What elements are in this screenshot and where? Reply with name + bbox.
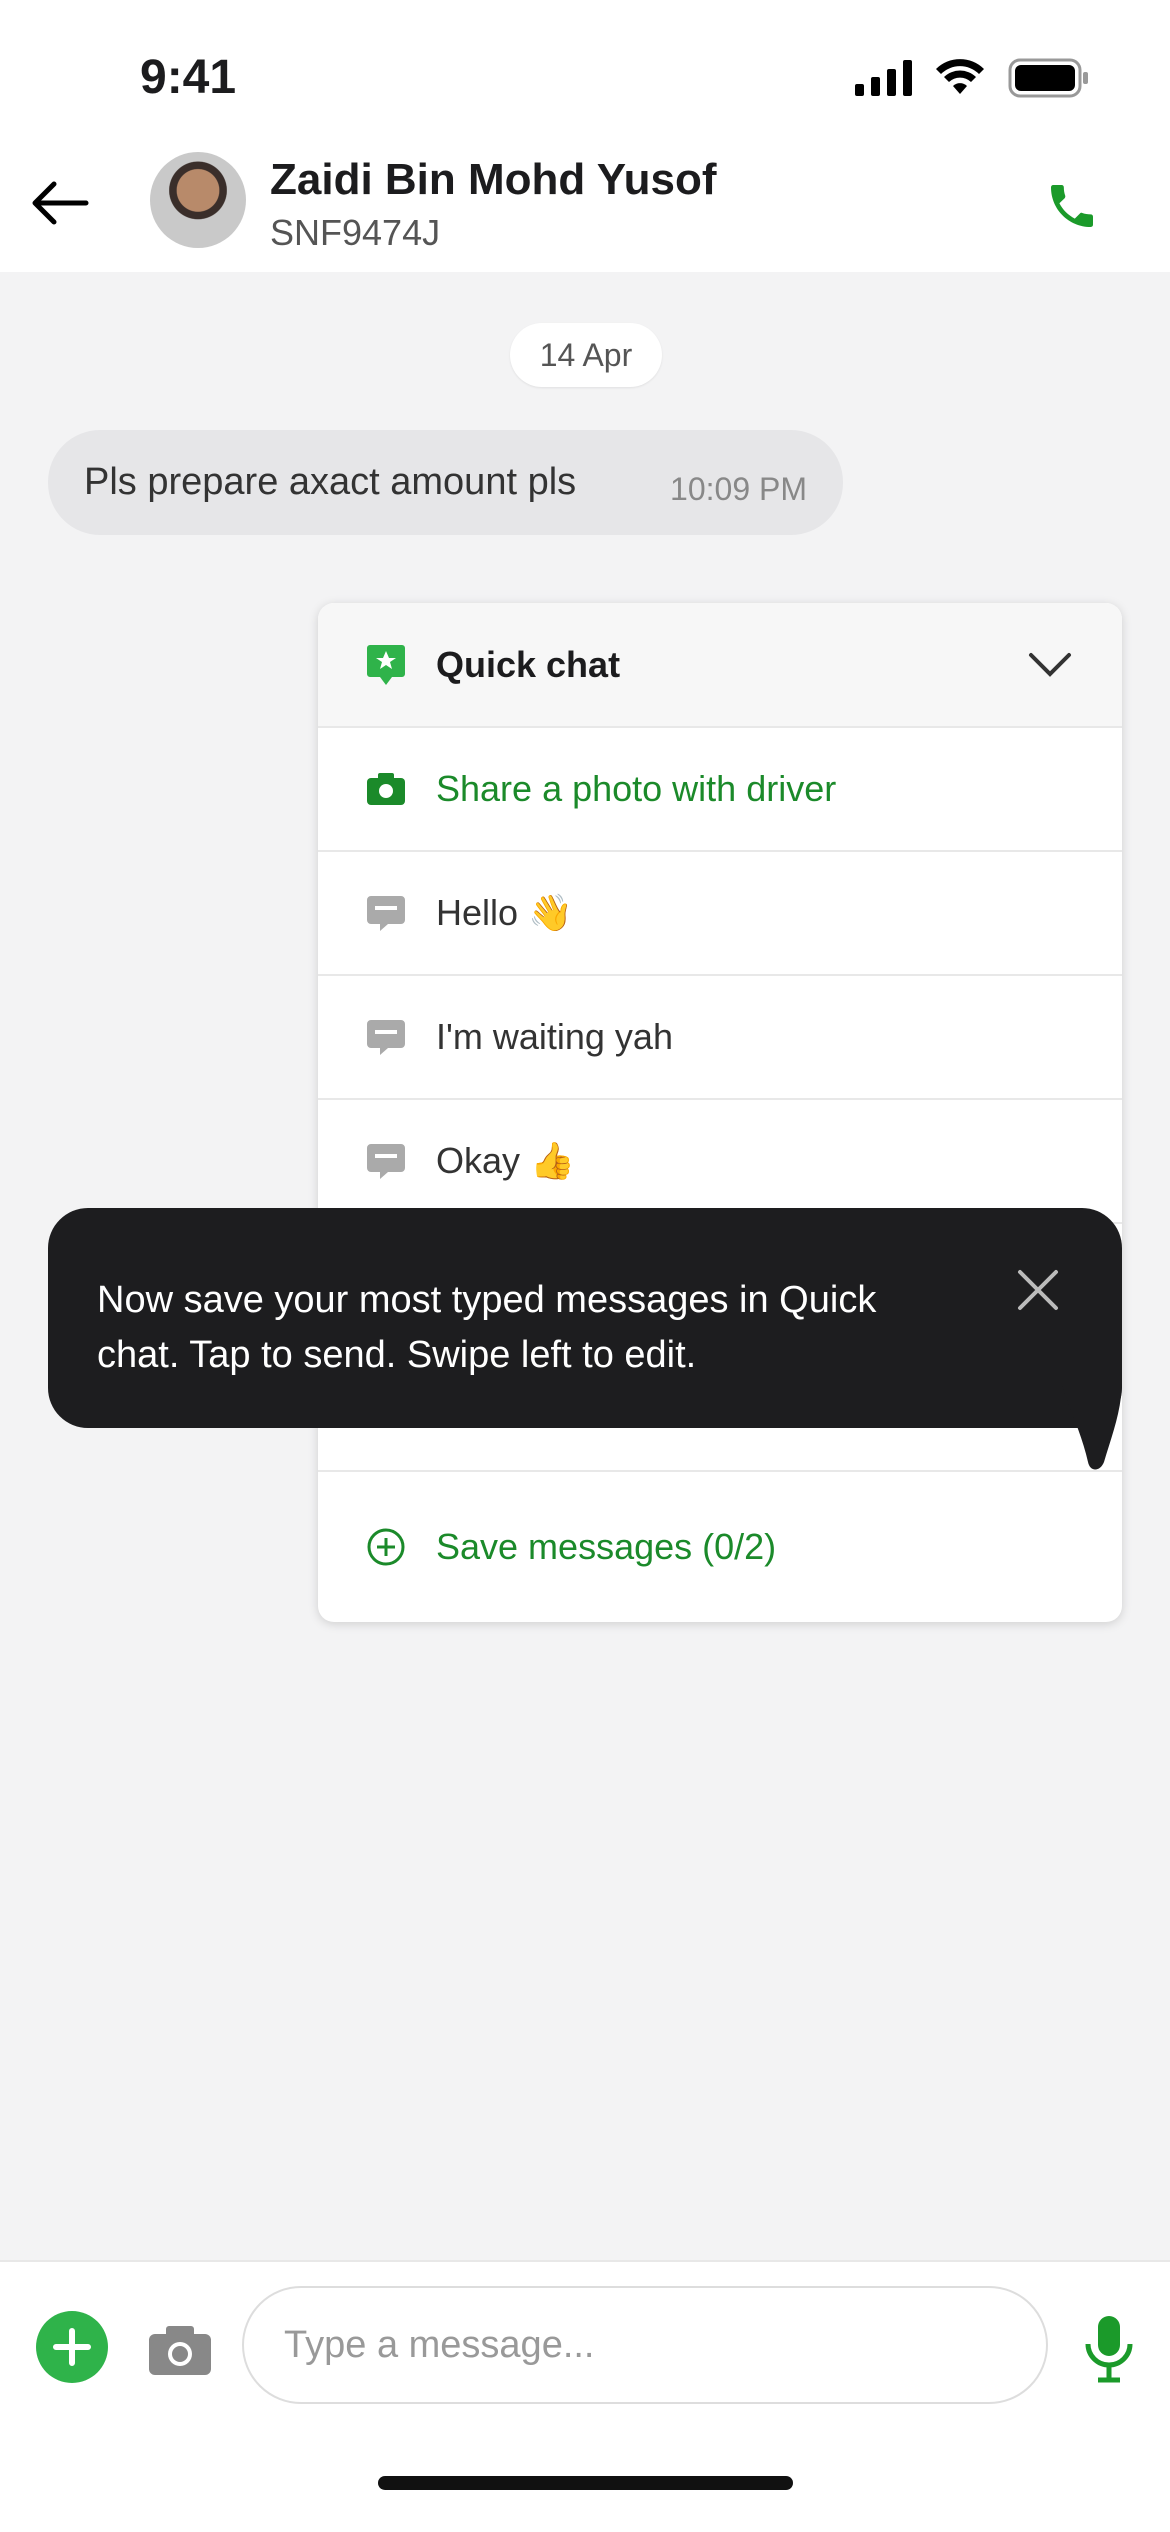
message-icon xyxy=(366,1018,406,1056)
phone-call-icon[interactable] xyxy=(1044,178,1100,234)
chevron-down-icon[interactable] xyxy=(1028,652,1072,678)
date-chip: 14 Apr xyxy=(510,323,662,387)
home-indicator xyxy=(378,2476,793,2490)
quick-chat-item[interactable]: Okay 👍 xyxy=(318,1100,1122,1224)
share-photo-item[interactable]: Share a photo with driver xyxy=(318,728,1122,852)
quick-chat-tooltip[interactable]: Now save your most typed messages in Qui… xyxy=(48,1208,1122,1428)
quick-chat-title: Quick chat xyxy=(436,643,621,685)
quick-chat-panel: Quick chat Share a photo with driver Hel… xyxy=(318,603,1122,1622)
camera-icon xyxy=(366,772,406,806)
share-photo-label: Share a photo with driver xyxy=(436,768,837,809)
quick-chat-item[interactable]: Hello 👋 xyxy=(318,852,1122,976)
quick-chat-item-label: Hello 👋 xyxy=(436,892,573,933)
message-icon xyxy=(366,1142,406,1180)
quick-chat-star-icon xyxy=(366,643,406,687)
microphone-icon[interactable] xyxy=(1082,2314,1136,2384)
battery-icon xyxy=(1008,58,1088,98)
wifi-icon xyxy=(936,59,984,94)
message-icon xyxy=(366,894,406,932)
tooltip-tail xyxy=(1060,1380,1122,1470)
message-bubble: Pls prepare axact amount pls 10:09 PM xyxy=(48,430,843,535)
camera-icon[interactable] xyxy=(148,2324,212,2376)
signal-icon xyxy=(855,60,912,96)
vehicle-plate: SNF9474J xyxy=(270,212,441,253)
message-time: 10:09 PM xyxy=(670,471,807,507)
contact-name: Zaidi Bin Mohd Yusof xyxy=(270,155,717,204)
add-plus-icon[interactable] xyxy=(36,2311,108,2383)
tooltip-text: Now save your most typed messages in Qui… xyxy=(97,1279,877,1376)
plus-circle-icon xyxy=(366,1527,406,1567)
quick-chat-header[interactable]: Quick chat xyxy=(318,603,1122,728)
quick-chat-item-label: I'm waiting yah xyxy=(436,1016,673,1057)
status-time: 9:41 xyxy=(140,51,237,104)
quick-chat-item-label: Okay 👍 xyxy=(436,1140,575,1181)
quick-chat-item[interactable]: I'm waiting yah xyxy=(318,976,1122,1100)
avatar[interactable] xyxy=(150,152,246,248)
save-messages-button[interactable]: Save messages (0/2) xyxy=(318,1472,1122,1622)
back-arrow-icon[interactable] xyxy=(30,180,90,226)
message-text: Pls prepare axact amount pls xyxy=(84,461,577,503)
close-icon[interactable] xyxy=(1010,1262,1066,1318)
message-input[interactable]: Type a message... xyxy=(242,2286,1048,2404)
save-messages-label: Save messages (0/2) xyxy=(436,1526,777,1567)
status-bar: 9:41 xyxy=(0,0,1170,130)
